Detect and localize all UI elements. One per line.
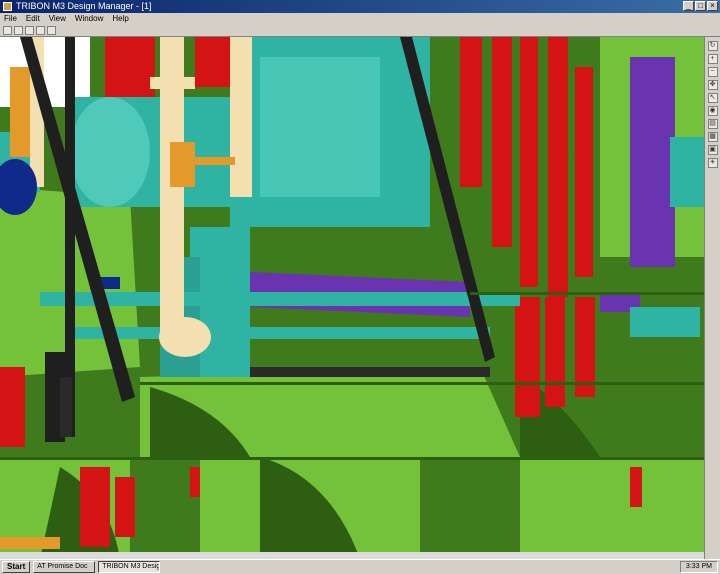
minimize-button[interactable]: _ bbox=[683, 1, 694, 11]
window-controls: _ □ × bbox=[683, 1, 718, 11]
select-icon[interactable]: ↖ bbox=[707, 93, 718, 103]
fit-icon[interactable]: ▣ bbox=[707, 145, 718, 155]
view-toolbar: ↻ + − ✥ ↖ ◉ ▤ ▦ ▣ ☀ bbox=[704, 37, 720, 559]
save-icon[interactable] bbox=[25, 25, 34, 35]
help-icon[interactable] bbox=[47, 25, 56, 35]
task-item[interactable]: AT Promise Doc bbox=[33, 561, 96, 573]
zoom-in-icon[interactable]: + bbox=[707, 54, 718, 64]
maximize-button[interactable]: □ bbox=[695, 1, 706, 11]
rotate-icon[interactable]: ↻ bbox=[707, 41, 718, 51]
menu-edit[interactable]: Edit bbox=[26, 13, 40, 24]
new-icon[interactable] bbox=[3, 25, 12, 35]
light-icon[interactable]: ☀ bbox=[707, 158, 718, 168]
pan-icon[interactable]: ✥ bbox=[707, 80, 718, 90]
open-icon[interactable] bbox=[14, 25, 23, 35]
view-icon[interactable]: ◉ bbox=[707, 106, 718, 116]
start-button[interactable]: Start bbox=[2, 561, 31, 573]
grid-icon[interactable]: ▦ bbox=[707, 132, 718, 142]
ship-model-render bbox=[0, 37, 704, 559]
3d-model-viewport[interactable] bbox=[0, 37, 704, 559]
section-icon[interactable]: ▤ bbox=[707, 119, 718, 129]
print-icon[interactable] bbox=[36, 25, 45, 35]
window-title: TRIBON M3 Design Manager - [1] bbox=[16, 1, 152, 11]
menu-file[interactable]: File bbox=[4, 13, 17, 24]
title-bar: TRIBON M3 Design Manager - [1] _ □ × bbox=[0, 0, 720, 13]
menu-help[interactable]: Help bbox=[112, 13, 128, 24]
taskbar: Start AT Promise Doc TRIBON M3 Design 3:… bbox=[0, 559, 720, 574]
app-icon bbox=[3, 2, 12, 11]
menu-bar: File Edit View Window Help bbox=[0, 13, 720, 24]
zoom-out-icon[interactable]: − bbox=[707, 67, 718, 77]
task-item-active[interactable]: TRIBON M3 Design bbox=[98, 561, 161, 573]
close-button[interactable]: × bbox=[707, 1, 718, 11]
main-toolbar bbox=[0, 24, 720, 37]
menu-window[interactable]: Window bbox=[75, 13, 103, 24]
system-clock: 3:33 PM bbox=[679, 561, 718, 573]
menu-view[interactable]: View bbox=[49, 13, 66, 24]
